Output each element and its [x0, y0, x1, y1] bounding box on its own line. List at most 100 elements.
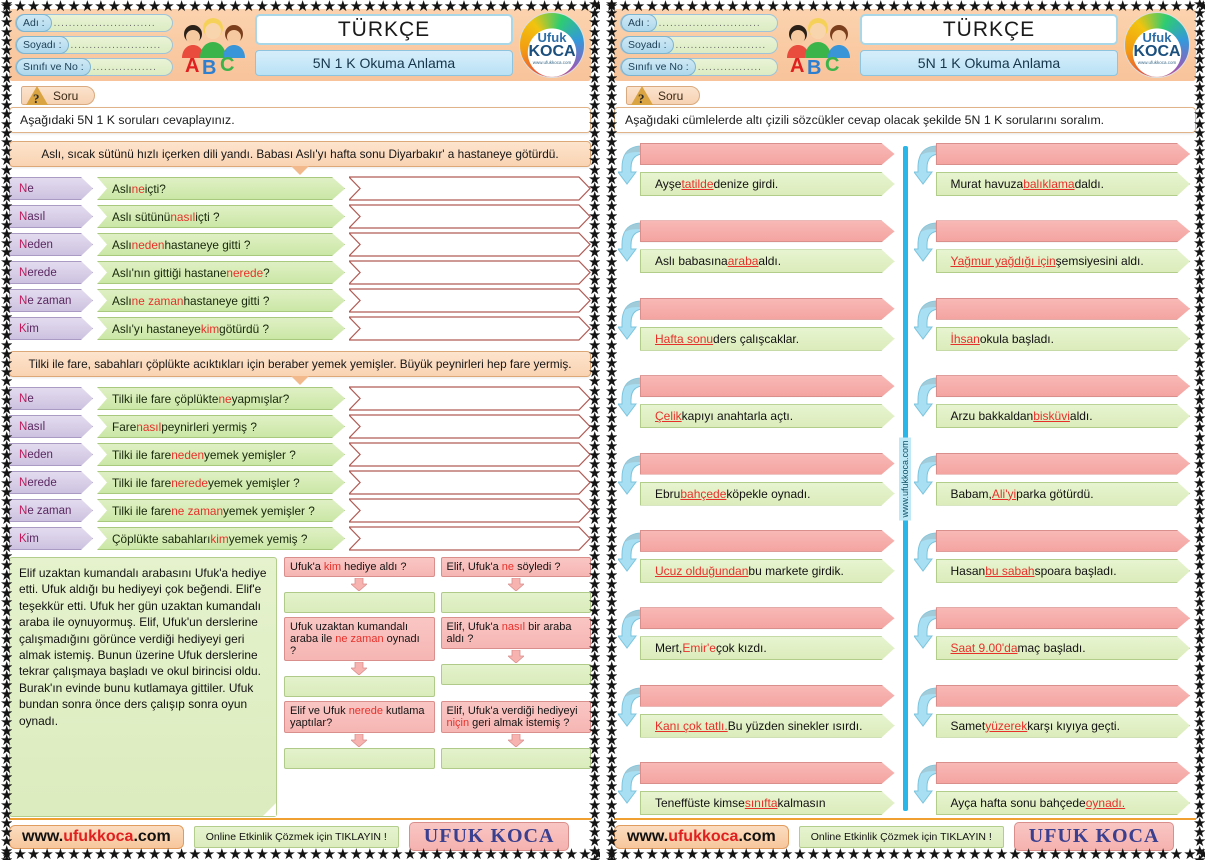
student-class-row-right[interactable]: Sınıfı ve No : ................. [620, 58, 778, 76]
story-answer-field[interactable] [284, 592, 435, 613]
sentence-text: Aslı babasına araba aldı. [640, 249, 895, 273]
sentence-item: Ayşe tatilde denize girdi. [617, 140, 897, 198]
question-mark-triangle-icon-right [631, 86, 653, 107]
sentence-text: Çelik kapıyı anahtarla açtı. [640, 404, 895, 428]
passage-2: Tilki ile fare, sabahları çöplükte acıkt… [9, 351, 591, 377]
question-row: Neden Aslı neden hastaneye gitti ? [9, 232, 591, 257]
logo-line3-right: www.ufukkoca.com [1137, 59, 1177, 65]
story-question-text: Elif, Ufuk'a verdiği hediyeyi niçin geri… [440, 701, 591, 733]
student-name-value-right: ........................... [658, 17, 761, 29]
story-question-text: Ufuk uzaktan kumandalı araba ile ne zama… [284, 617, 435, 661]
sentence-item: Samet yüzerek karşı kıyıya geçti. [912, 682, 1193, 740]
sentence-text: Murat havuza balıklama daldı. [936, 172, 1191, 196]
sentence-item: Çelik kapıyı anahtarla açtı. [617, 372, 897, 430]
student-name-row-right[interactable]: Adı : ........................... [620, 14, 778, 32]
story-answer-field[interactable] [440, 592, 591, 613]
down-arrow-icon [351, 734, 368, 747]
answer-field[interactable] [349, 470, 591, 495]
question-blank-field[interactable] [936, 298, 1191, 320]
instruction-text-right: Aşağıdaki cümlelerde altı çizili sözcükl… [614, 107, 1196, 133]
question-type-tag: Nerede [9, 261, 93, 284]
sentence-text: Hafta sonu ders çalışcaklar. [640, 327, 895, 351]
answer-field[interactable] [349, 204, 591, 229]
abc-kids-icon-right: A B C [782, 14, 854, 79]
question-blank-field[interactable] [640, 607, 895, 629]
question-blank-field[interactable] [936, 530, 1191, 552]
question-blank-field[interactable] [640, 375, 895, 397]
sentence-text: İhsan okula başladı. [936, 327, 1191, 351]
question-blank-field[interactable] [936, 375, 1191, 397]
question-blank-field[interactable] [640, 685, 895, 707]
footer-site-mid-right: ufukkoca [668, 827, 739, 845]
story-question-cell: Ufuk uzaktan kumandalı araba ile ne zama… [284, 617, 435, 697]
answer-field[interactable] [349, 386, 591, 411]
footer-site[interactable]: www.ufukkoca.com [9, 824, 184, 849]
svg-text:A: A [790, 55, 804, 76]
sentence-text: Ayşe tatilde denize girdi. [640, 172, 895, 196]
question-type-tag: Kim [9, 527, 93, 550]
question-type-tag: Ne zaman [9, 289, 93, 312]
student-name-label-right: Adı : [621, 14, 657, 32]
answer-field[interactable] [349, 260, 591, 285]
question-blank-field[interactable] [640, 453, 895, 475]
instruction-banner: Soru Aşağıdaki 5N 1 K soruları cevaplayı… [9, 86, 591, 133]
brand-logo: Ufuk KOCA www.ufukkoca.com [519, 12, 585, 78]
question-blank-field[interactable] [936, 762, 1191, 784]
question-text: Aslı'nın gittiği hastane nerede ? [97, 261, 345, 284]
story-answer-field[interactable] [440, 664, 591, 685]
answer-field[interactable] [349, 176, 591, 201]
question-blank-field[interactable] [640, 298, 895, 320]
title-block: TÜRKÇE 5N 1 K Okuma Anlama [249, 14, 519, 76]
story-question-text: Elif, Ufuk'a ne söyledi ? [440, 557, 591, 577]
question-type-tag: Ne [9, 177, 93, 200]
question-blank-field[interactable] [640, 220, 895, 242]
footer-site-right[interactable]: www.ufukkoca.com [614, 824, 789, 849]
answer-field[interactable] [349, 442, 591, 467]
sentence-item: Ebru bahçede köpekle oynadı. [617, 450, 897, 508]
down-arrow-icon-2 [291, 376, 309, 385]
answer-field[interactable] [349, 526, 591, 551]
question-blank-field[interactable] [936, 607, 1191, 629]
sentence-item: Ayça hafta sonu bahçede oynadı. [912, 759, 1193, 817]
question-blank-field[interactable] [640, 143, 895, 165]
question-row: Kim Çöplükte sabahları kim yemek yemiş ? [9, 526, 591, 551]
student-name-value: ........................... [53, 17, 156, 29]
footer-link-right[interactable]: Online Etkinlik Çözmek için TIKLAYIN ! [798, 825, 1004, 848]
question-blank-field[interactable] [936, 685, 1191, 707]
sentence-item: Murat havuza balıklama daldı. [912, 140, 1193, 198]
sentence-text: Mert, Emir'e çok kızdı. [640, 636, 895, 660]
question-type-tag: Nerede [9, 471, 93, 494]
sentence-item: Kanı çok tatlı. Bu yüzden sinekler ısırd… [617, 682, 897, 740]
down-arrow-icon [351, 578, 368, 591]
answer-field[interactable] [349, 498, 591, 523]
story-question-text: Elif ve Ufuk nerede kutlama yaptılar? [284, 701, 435, 733]
question-blank-field[interactable] [936, 143, 1191, 165]
answer-field[interactable] [349, 232, 591, 257]
soru-tab-label-right: Soru [658, 88, 684, 103]
question-blank-field[interactable] [936, 220, 1191, 242]
question-blank-field[interactable] [640, 530, 895, 552]
question-type-tag: Nasıl [9, 205, 93, 228]
footer-link[interactable]: Online Etkinlik Çözmek için TIKLAYIN ! [193, 825, 399, 848]
student-surname-row[interactable]: Soyadı : ........................ [15, 36, 173, 54]
story-answer-field[interactable] [440, 748, 591, 769]
student-name-row[interactable]: Adı : ........................... [15, 14, 173, 32]
question-text: Tilki ile fare çöplükte ne yapmışlar? [97, 387, 345, 410]
story-answer-field[interactable] [284, 748, 435, 769]
answer-field[interactable] [349, 414, 591, 439]
sentence-text: Ebru bahçede köpekle oynadı. [640, 482, 895, 506]
story-question-text: Ufuk'a kim hediye aldı ? [284, 557, 435, 577]
sentence-text: Arzu bakkaldan bisküvi aldı. [936, 404, 1191, 428]
answer-field[interactable] [349, 316, 591, 341]
story-answer-field[interactable] [284, 676, 435, 697]
question-blank-field[interactable] [936, 453, 1191, 475]
question-type-tag: Ne [9, 387, 93, 410]
answer-field[interactable] [349, 288, 591, 313]
question-text: Aslı'yı hastaneye kim götürdü ? [97, 317, 345, 340]
student-surname-row-right[interactable]: Soyadı : ........................ [620, 36, 778, 54]
question-blank-field[interactable] [640, 762, 895, 784]
sentence-columns: Ayşe tatilde denize girdi. Aslı babasına … [614, 140, 1196, 817]
sentence-item: Arzu bakkaldan bisküvi aldı. [912, 372, 1193, 430]
sentence-item: Teneffüste kimse sınıfta kalmasın [617, 759, 897, 817]
student-class-row[interactable]: Sınıfı ve No : ................. [15, 58, 173, 76]
